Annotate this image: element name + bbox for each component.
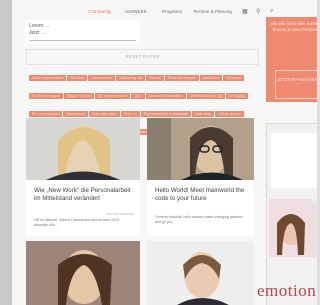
tag-chip[interactable]: Dolor in: [120, 111, 140, 117]
tag-chip[interactable]: Ut aliquip: [226, 93, 249, 99]
newsletter-promo: aktuelle Infos über Karriere, Events & u…: [266, 17, 320, 102]
nav-termine[interactable]: Termine & Planung: [193, 9, 232, 14]
article-photo: [147, 118, 254, 180]
tag-chip[interactable]: Quis: [131, 93, 145, 99]
article-card[interactable]: [147, 241, 254, 305]
article-title[interactable]: Wie „New Work“ die Personalarbeit im Mit…: [34, 187, 134, 202]
article-title[interactable]: Hello World! Meet mainworld the code to …: [155, 187, 248, 202]
article-photo: [26, 241, 140, 305]
article-card[interactable]: Hello World! Meet mainworld the code to …: [147, 118, 254, 236]
ad-image: [269, 199, 320, 257]
tag-chip[interactable]: Lorem ipsum dolor: [29, 75, 67, 81]
tag-chip[interactable]: Aliqua ut enim: [63, 93, 94, 99]
intro-card: Lorem … Jetzt …: [25, 20, 140, 44]
nav-newsweek[interactable]: neSWEEK: [125, 9, 147, 14]
tag-chip[interactable]: Consectetur: [88, 75, 115, 81]
article-photo: [26, 118, 140, 180]
grid-icon[interactable]: ▦: [242, 8, 248, 15]
tag-chip[interactable]: Ex ea commodo: [29, 111, 63, 117]
article-card[interactable]: Wie „New Work“ die Personalarbeit im Mit…: [26, 118, 140, 236]
tag-chip[interactable]: Ullamco laboris nisi: [186, 93, 226, 99]
article-excerpt: General editorial: hello women make chan…: [155, 215, 243, 224]
intro-link[interactable]: Jetzt …: [29, 30, 46, 36]
article-card[interactable]: [26, 241, 140, 305]
nav-community[interactable]: Community: [88, 9, 111, 14]
page: Community neSWEEK Programs Termine & Pla…: [12, 0, 320, 305]
search-icon[interactable]: ⌕: [270, 8, 273, 15]
tag-chip[interactable]: Ut labore: [223, 75, 245, 81]
tag-chip[interactable]: Nostrud exercitation: [145, 93, 186, 99]
promo-button[interactable]: JETZT MIT-MACHEN: [275, 70, 320, 99]
tag-chip[interactable]: Et dolore magna: [29, 93, 63, 99]
tag-chip[interactable]: Adipiscing elit: [115, 75, 146, 81]
ad-panel: [271, 133, 320, 188]
link-icon[interactable]: ⚲: [256, 8, 260, 15]
ad-portrait: [269, 199, 320, 257]
tag-chip[interactable]: Consequat: [63, 111, 88, 117]
tag-chip[interactable]: Eiusmod tempor: [165, 75, 199, 81]
article-author: BETTINA FÖRSTER: [106, 212, 134, 216]
intro-text: Lorem …: [29, 23, 50, 29]
reset-filter-label: RESET FILTER: [125, 54, 160, 59]
divider: [29, 40, 136, 41]
ad-brand: emotion: [257, 281, 317, 300]
promo-button-label: JETZT MIT-MACHEN: [277, 77, 318, 82]
tag-chip[interactable]: Cillum dolore: [215, 111, 244, 117]
tag-chip[interactable]: Duis aute irure: [88, 111, 120, 117]
advertisement[interactable]: [266, 123, 320, 305]
tag-chip[interactable]: Sed do: [146, 75, 165, 81]
tag-chip[interactable]: Ad minim veniam: [94, 93, 131, 99]
tag-chip[interactable]: Reprehenderit in voluptate: [140, 111, 192, 117]
article-photo: [147, 241, 254, 305]
promo-text: aktuelle Infos über Karriere, Events & u…: [270, 21, 320, 32]
tag-chip[interactable]: Sit amet: [67, 75, 88, 81]
reset-filter-button[interactable]: RESET FILTER: [26, 49, 259, 65]
article-excerpt: HR im Wandel: Sabine Daschmann spricht ü…: [34, 218, 120, 227]
tag-chip[interactable]: Velit esse: [192, 111, 215, 117]
tag-chip[interactable]: Incididunt: [199, 75, 223, 81]
nav-programs[interactable]: Programs: [162, 9, 182, 14]
